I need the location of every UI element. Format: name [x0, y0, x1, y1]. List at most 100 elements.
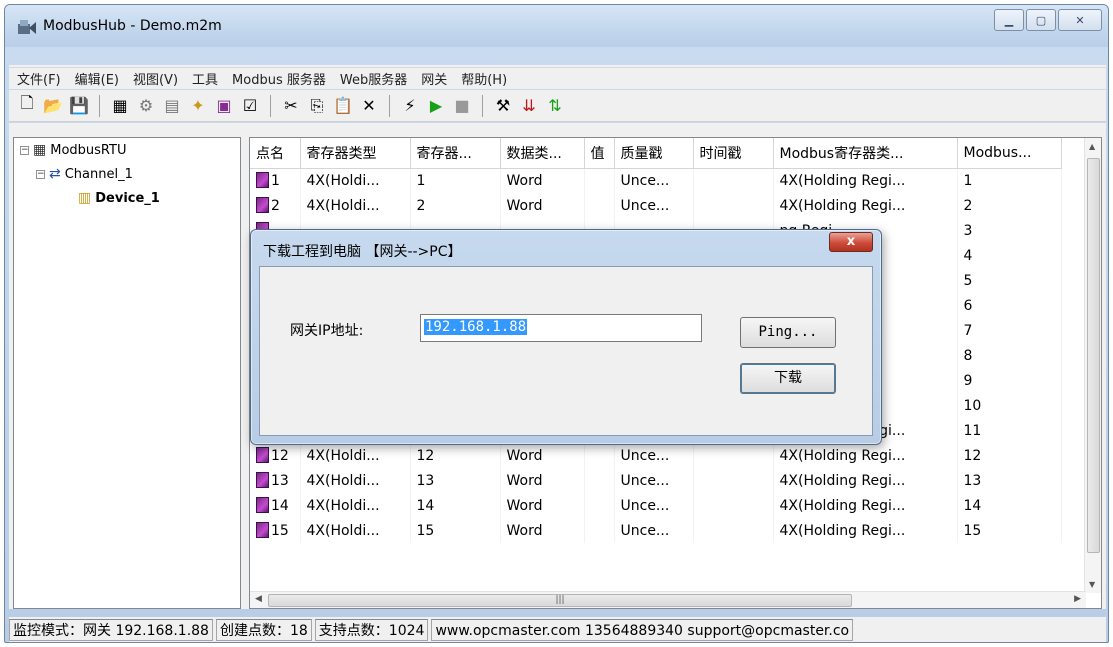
column-header[interactable]: 寄存器类型 — [300, 138, 411, 169]
status-mode: 监控模式：网关 192.168.1.88 — [9, 619, 213, 641]
menu-gateway[interactable]: 网关 — [421, 69, 447, 88]
cut-icon[interactable]: ✂ — [281, 96, 301, 116]
table-cell: Unce... — [614, 193, 694, 218]
minimize-button[interactable]: ▁ — [994, 9, 1024, 31]
table-cell: Unce... — [614, 518, 694, 543]
run-icon[interactable]: ▶ — [426, 96, 446, 116]
status-supported-points: 支持点数：1024 — [314, 619, 429, 641]
tree-item-modbusrtu[interactable]: − ▦ ModbusRTU — [20, 142, 126, 158]
dialog-title: 下载工程到电脑 【网关-->PC】 — [263, 244, 462, 260]
table-cell — [693, 468, 774, 493]
table-cell: 2 — [957, 193, 1062, 218]
channel-group-icon: ▦ — [33, 142, 47, 158]
table-row[interactable]: 2 4X(Holdi... 2 Word Unce... 4X(Holding Regi.… — [250, 193, 1062, 218]
add-tag-icon[interactable]: ▤ — [162, 96, 182, 116]
scroll-thumb[interactable]: ||| — [268, 594, 852, 607]
delete-icon[interactable]: ✕ — [359, 96, 379, 116]
menu-web-server[interactable]: Web服务器 — [340, 69, 407, 88]
new-file-icon[interactable]: 🗋 — [17, 93, 37, 116]
tree-label: ModbusRTU — [50, 142, 127, 158]
tag-icon — [256, 522, 269, 538]
table-row[interactable]: 1 4X(Holdi... 1 Word Unce... 4X(Holding Regi.… — [250, 168, 1062, 193]
gateway-ip-input[interactable]: 192.168.1.88 — [420, 314, 702, 342]
vertical-scrollbar[interactable]: ▲ ▼ — [1084, 138, 1101, 593]
tree-item-device[interactable]: ▥ Device_1 — [78, 190, 160, 206]
table-cell: 4 — [957, 243, 1062, 268]
properties-icon[interactable]: ☑ — [240, 96, 260, 116]
scroll-left-icon[interactable]: ◀ — [255, 594, 262, 604]
table-row[interactable]: 12 4X(Holdi... 12 Word Unce... 4X(Holding Reg… — [250, 443, 1062, 468]
add-channel-icon[interactable]: ▦ — [110, 96, 130, 116]
table-cell: 12 — [410, 443, 501, 468]
collapse-icon[interactable]: − — [20, 145, 29, 155]
tag-icon — [256, 447, 269, 463]
ping-button[interactable]: Ping... — [740, 317, 836, 348]
table-cell: 4X(Holdi... — [300, 168, 411, 193]
menu-modbus-server[interactable]: Modbus 服务器 — [232, 69, 326, 88]
table-row[interactable]: 15 4X(Holdi... 15 Word Unce... 4X(Holding Reg… — [250, 518, 1062, 543]
add-device-icon[interactable]: ⚙ — [136, 96, 156, 116]
tag-icon — [256, 197, 269, 213]
tag-name-cell: 15 — [250, 518, 301, 543]
horizontal-scrollbar[interactable]: ◀ ||| ▶ — [250, 591, 1086, 608]
maximize-button[interactable]: ▢ — [1026, 9, 1056, 31]
column-header[interactable]: Modbus... — [957, 138, 1062, 169]
menu-help[interactable]: 帮助(H) — [461, 69, 507, 88]
column-header[interactable]: Modbus寄存器类... — [773, 138, 958, 169]
status-contact: www.opcmaster.com 13564889340 support@op… — [431, 619, 854, 641]
tree-item-channel[interactable]: − ⇄ Channel_1 — [36, 166, 133, 182]
table-row[interactable]: 13 4X(Holdi... 13 Word Unce... 4X(Holding Reg… — [250, 468, 1062, 493]
menu-bar: 文件(F) 编辑(E) 视图(V) 工具 Modbus 服务器 Web服务器 网… — [9, 67, 1106, 89]
app-icon — [18, 20, 36, 34]
app-window: ModbusHub - Demo.m2m ▁ ▢ ✕ 文件(F) 编辑(E) 视… — [4, 4, 1109, 643]
tag-name-cell: 12 — [250, 443, 301, 468]
column-header[interactable]: 寄存器... — [410, 138, 501, 169]
tag-name: 12 — [271, 448, 289, 464]
table-cell: Unce... — [614, 468, 694, 493]
table-cell: Word — [500, 168, 585, 193]
scroll-thumb[interactable] — [1087, 158, 1100, 553]
save-icon[interactable]: 💾 — [69, 96, 89, 116]
table-cell: 13 — [410, 468, 501, 493]
close-window-button[interactable]: ✕ — [1058, 9, 1102, 31]
open-folder-icon[interactable]: 📂 — [43, 96, 63, 116]
menu-edit[interactable]: 编辑(E) — [75, 69, 119, 88]
table-cell: 6 — [957, 293, 1062, 318]
table-cell: Word — [500, 193, 585, 218]
connect-icon[interactable]: ⚡ — [400, 96, 420, 116]
copy-icon[interactable]: ⎘ — [307, 96, 327, 116]
dialog-close-button[interactable]: x — [829, 232, 873, 252]
title-bar[interactable]: ModbusHub - Demo.m2m ▁ ▢ ✕ — [5, 5, 1108, 47]
table-cell: 4X(Holdi... — [300, 493, 411, 518]
collapse-icon[interactable]: − — [36, 169, 45, 179]
menu-file[interactable]: 文件(F) — [17, 69, 61, 88]
project-tree[interactable]: − ▦ ModbusRTU − ⇄ Channel_1 ▥ Device_1 — [13, 137, 241, 609]
load-icon[interactable]: ⇊ — [519, 96, 539, 116]
table-cell: 1 — [410, 168, 501, 193]
stop-icon[interactable]: ■ — [452, 96, 472, 116]
paste-icon[interactable]: 📋 — [333, 96, 353, 116]
column-header[interactable]: 点名 — [250, 138, 301, 169]
download-button[interactable]: 下载 — [740, 363, 836, 394]
table-cell: 8 — [957, 343, 1062, 368]
scroll-up-icon[interactable]: ▲ — [1089, 142, 1095, 151]
tag-icon — [256, 172, 269, 189]
table-cell: Unce... — [614, 443, 694, 468]
table-cell: 14 — [410, 493, 501, 518]
column-header[interactable]: 值 — [584, 138, 615, 169]
scroll-down-icon[interactable]: ▼ — [1089, 580, 1095, 589]
column-header[interactable]: 时间戳 — [693, 138, 774, 169]
menu-view[interactable]: 视图(V) — [133, 69, 178, 88]
tag-icon — [256, 472, 269, 488]
table-row[interactable]: 14 4X(Holdi... 14 Word Unce... 4X(Holding Reg… — [250, 493, 1062, 518]
menu-tools[interactable]: 工具 — [192, 69, 218, 88]
new-project-icon[interactable]: ✦ — [188, 96, 208, 116]
column-header[interactable]: 质量戳 — [614, 138, 694, 169]
table-cell: 15 — [957, 518, 1062, 543]
tools-icon[interactable]: ⚒ — [493, 96, 513, 116]
column-header[interactable]: 数据类... — [500, 138, 585, 169]
device-properties-icon[interactable]: ▣ — [214, 96, 234, 116]
table-cell — [693, 518, 774, 543]
scroll-right-icon[interactable]: ▶ — [1074, 594, 1081, 604]
transfer-icon[interactable]: ⇅ — [545, 96, 565, 116]
